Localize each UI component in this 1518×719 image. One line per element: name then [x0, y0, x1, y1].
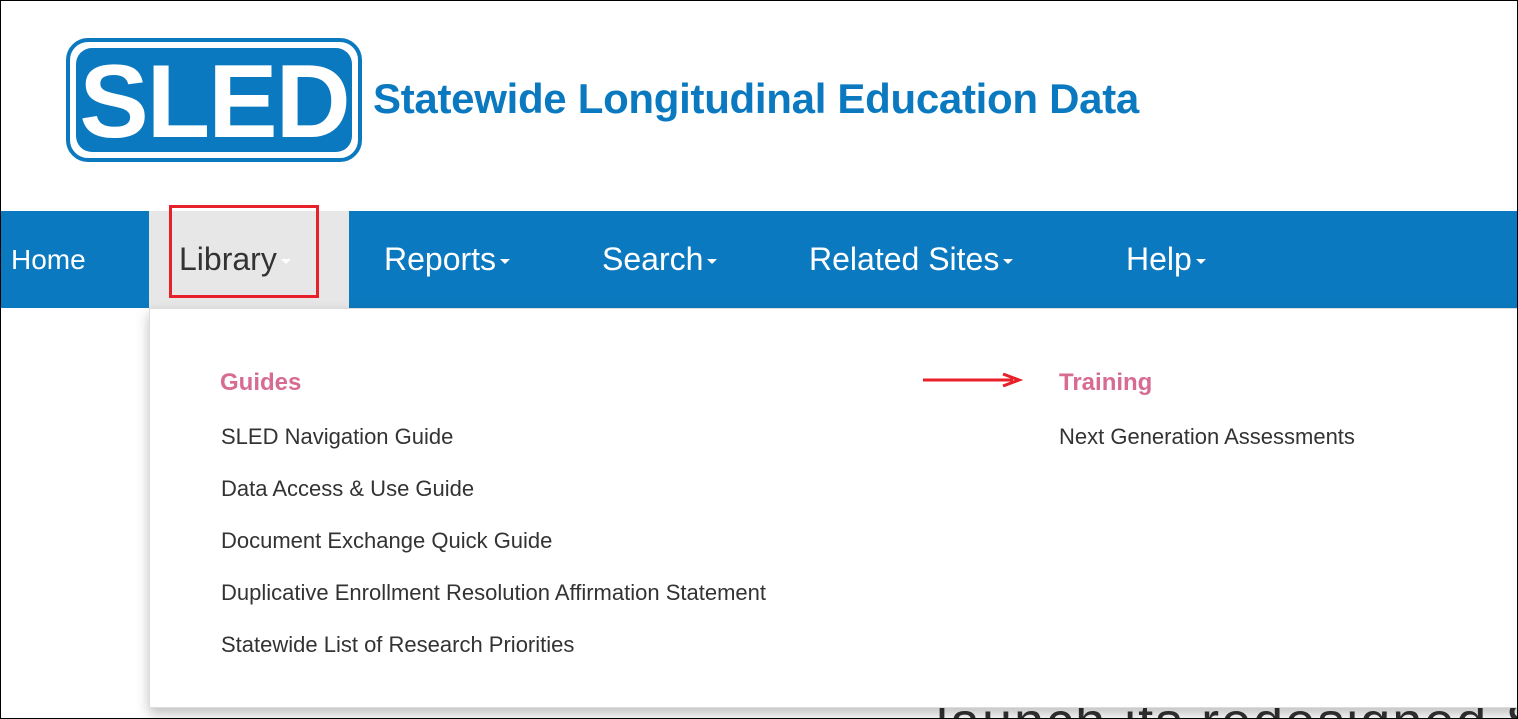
nav-library-label: Library — [179, 241, 277, 277]
guide-link-data-access[interactable]: Data Access & Use Guide — [221, 476, 474, 502]
nav-search-label: Search — [602, 241, 704, 277]
guides-heading: Guides — [220, 369, 302, 396]
guide-link-sled-navigation[interactable]: SLED Navigation Guide — [221, 424, 453, 450]
page-frame: SLED Statewide Longitudinal Education Da… — [0, 0, 1518, 719]
sled-logo[interactable]: SLED — [66, 38, 362, 162]
guide-link-research-priorities[interactable]: Statewide List of Research Priorities — [221, 632, 574, 658]
nav-search[interactable]: Search — [602, 211, 718, 308]
caret-down-icon — [707, 259, 718, 265]
nav-help-label: Help — [1126, 241, 1192, 277]
nav-home[interactable]: Home — [11, 211, 86, 308]
logo-badge: SLED — [76, 44, 352, 160]
red-arrow-annotation-icon — [923, 373, 1023, 387]
nav-reports-label: Reports — [384, 241, 497, 277]
nav-related-sites-label: Related Sites — [809, 241, 1000, 277]
nav-reports[interactable]: Reports — [384, 211, 511, 308]
training-link-next-gen-assessments[interactable]: Next Generation Assessments — [1059, 424, 1355, 450]
caret-down-icon — [280, 259, 291, 265]
caret-down-icon — [1003, 259, 1014, 265]
nav-library[interactable]: Library — [149, 211, 349, 308]
guide-link-document-exchange[interactable]: Document Exchange Quick Guide — [221, 528, 552, 554]
nav-home-label: Home — [11, 244, 86, 275]
nav-help[interactable]: Help — [1126, 211, 1206, 308]
caret-down-icon — [1195, 259, 1206, 265]
guide-link-duplicative-enrollment[interactable]: Duplicative Enrollment Resolution Affirm… — [221, 580, 766, 606]
nav-related-sites[interactable]: Related Sites — [809, 211, 1014, 308]
site-title: Statewide Longitudinal Education Data — [373, 75, 1139, 122]
main-navbar: Home Library Reports Search Related Site… — [1, 211, 1517, 308]
training-heading: Training — [1059, 369, 1153, 396]
caret-down-icon — [500, 259, 511, 265]
logo-text: SLED — [79, 44, 350, 160]
library-dropdown-menu: Guides SLED Navigation Guide Data Access… — [149, 308, 1517, 708]
